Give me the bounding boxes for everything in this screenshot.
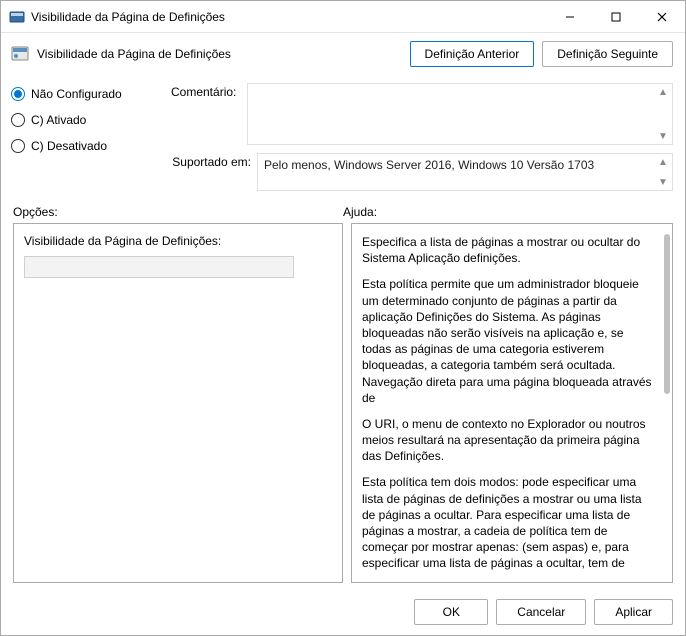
comment-label: Comentário: xyxy=(171,83,243,99)
titlebar: Visibilidade da Página de Definições xyxy=(1,1,685,33)
options-input[interactable] xyxy=(24,256,294,278)
previous-setting-button[interactable]: Definição Anterior xyxy=(410,41,535,67)
scroll-down-icon[interactable]: ▼ xyxy=(657,130,669,142)
dialog-window: Visibilidade da Página de Definições Vis… xyxy=(0,0,686,636)
maximize-button[interactable] xyxy=(593,1,639,32)
policy-icon xyxy=(11,45,29,63)
supported-on-box: Pelo menos, Windows Server 2016, Windows… xyxy=(257,153,673,191)
ok-button[interactable]: OK xyxy=(414,599,488,625)
header-title: Visibilidade da Página de Definições xyxy=(37,47,402,61)
help-paragraph: Especifica a lista de páginas a mostrar … xyxy=(362,234,656,266)
section-labels: Opções: Ajuda: xyxy=(1,199,685,221)
state-radio-group: Não Configurado C) Ativado C) Desativado xyxy=(11,83,161,191)
radio-not-configured[interactable]: Não Configurado xyxy=(11,87,161,101)
scroll-up-icon[interactable]: ▲ xyxy=(657,86,669,98)
help-paragraph: Esta política tem dois modos: pode espec… xyxy=(362,474,656,572)
options-field-label: Visibilidade da Página de Definições: xyxy=(24,234,332,248)
supported-on-text: Pelo menos, Windows Server 2016, Windows… xyxy=(264,158,594,172)
supported-label: Suportado em: xyxy=(171,153,253,169)
window-title: Visibilidade da Página de Definições xyxy=(31,10,547,24)
apply-button[interactable]: Aplicar xyxy=(594,599,673,625)
close-button[interactable] xyxy=(639,1,685,32)
radio-label: C) Desativado xyxy=(31,139,107,153)
radio-label: C) Ativado xyxy=(31,113,86,127)
window-controls xyxy=(547,1,685,32)
help-paragraph: O URI, o menu de contexto no Explorador … xyxy=(362,416,656,465)
fields-column: Comentário: ▲ ▼ Suportado em: Pelo menos… xyxy=(171,83,673,191)
radio-indicator-icon xyxy=(11,113,25,127)
radio-indicator-icon xyxy=(11,139,25,153)
next-setting-button[interactable]: Definição Seguinte xyxy=(542,41,673,67)
radio-disabled[interactable]: C) Desativado xyxy=(11,139,161,153)
cancel-button[interactable]: Cancelar xyxy=(496,599,586,625)
help-paragraph: Esta política permite que um administrad… xyxy=(362,276,656,406)
header-row: Visibilidade da Página de Definições Def… xyxy=(1,33,685,77)
options-panel: Visibilidade da Página de Definições: xyxy=(13,223,343,583)
radio-indicator-icon xyxy=(11,87,25,101)
scrollbar-thumb[interactable] xyxy=(664,234,670,394)
help-panel: Especifica a lista de páginas a mostrar … xyxy=(351,223,673,583)
radio-enabled[interactable]: C) Ativado xyxy=(11,113,161,127)
comment-textarea[interactable]: ▲ ▼ xyxy=(247,83,673,145)
footer: OK Cancelar Aplicar xyxy=(1,591,685,635)
help-text: Especifica a lista de páginas a mostrar … xyxy=(362,234,662,572)
supported-row: Suportado em: Pelo menos, Windows Server… xyxy=(171,153,673,191)
app-icon xyxy=(9,9,25,25)
scroll-up-icon[interactable]: ▲ xyxy=(657,156,669,168)
comment-row: Comentário: ▲ ▼ xyxy=(171,83,673,145)
scroll-down-icon[interactable]: ▼ xyxy=(657,176,669,188)
radio-label: Não Configurado xyxy=(31,87,122,101)
help-heading: Ajuda: xyxy=(343,205,377,219)
panels: Visibilidade da Página de Definições: Es… xyxy=(1,221,685,591)
config-area: Não Configurado C) Ativado C) Desativado… xyxy=(1,77,685,199)
minimize-button[interactable] xyxy=(547,1,593,32)
options-heading: Opções: xyxy=(13,205,343,219)
